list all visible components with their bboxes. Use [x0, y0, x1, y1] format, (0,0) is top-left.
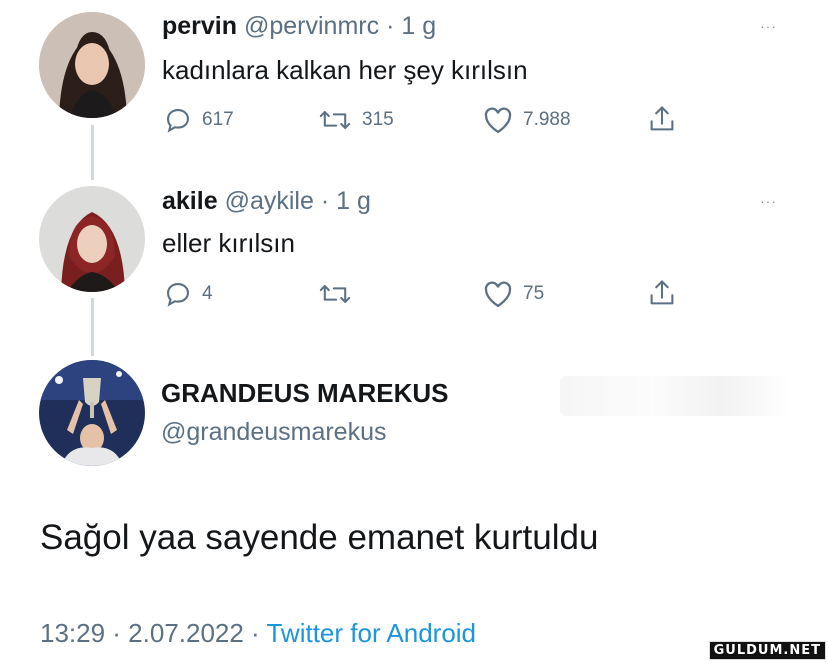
- tweet-meta: 13:29 · 2.07.2022 · Twitter for Android: [40, 618, 476, 649]
- author-handle[interactable]: @grandeusmarekus: [161, 418, 387, 447]
- separator: ·: [386, 12, 395, 40]
- avatar-pervin[interactable]: [39, 12, 145, 118]
- share-icon: [650, 106, 674, 131]
- thread-line: [91, 125, 94, 180]
- blurred-area: [560, 376, 790, 416]
- like-button[interactable]: 7.988: [483, 106, 571, 134]
- author-name[interactable]: pervin: [162, 12, 237, 40]
- avatar-akile[interactable]: [39, 186, 145, 292]
- retweet-icon: [319, 111, 351, 129]
- thread-line: [91, 298, 94, 356]
- retweet-button[interactable]: 315: [318, 106, 394, 134]
- tweet-time[interactable]: 1 g: [401, 12, 436, 40]
- share-button[interactable]: [648, 104, 676, 134]
- author-handle[interactable]: @aykile: [225, 187, 314, 215]
- reply-count: 617: [202, 109, 234, 130]
- tweet-text: Sağol yaa sayende emanet kurtuldu: [40, 518, 599, 557]
- tweet-text: eller kırılsın: [162, 228, 295, 258]
- like-icon: [484, 281, 512, 308]
- tweet-header: akile @aykile · 1 g: [162, 187, 371, 216]
- separator: ·: [320, 187, 330, 215]
- more-icon[interactable]: ···: [760, 18, 777, 34]
- tweet-timestamp[interactable]: 13:29 · 2.07.2022 ·: [40, 618, 260, 648]
- more-icon[interactable]: ···: [760, 193, 777, 209]
- reply-icon: [167, 109, 189, 133]
- like-count: 7.988: [523, 109, 571, 130]
- like-icon: [484, 107, 512, 134]
- tweet-text: kadınlara kalkan her şey kırılsın: [162, 55, 528, 85]
- avatar-grandeus[interactable]: [39, 360, 145, 466]
- watermark-logo: GULDUM.NET: [708, 641, 826, 660]
- like-count: 75: [523, 283, 545, 304]
- share-button[interactable]: [648, 278, 676, 308]
- tweet-thread-page: pervin @pervinmrc · 1 g ··· kadınlara ka…: [0, 0, 828, 664]
- author-handle[interactable]: @pervinmrc: [244, 12, 379, 40]
- reply-button[interactable]: 617: [164, 106, 234, 134]
- author-name[interactable]: akile: [162, 187, 218, 215]
- tweet-time[interactable]: 1 g: [336, 187, 371, 215]
- tweet-source-link[interactable]: Twitter for Android: [266, 618, 476, 648]
- tweet-header: pervin @pervinmrc · 1 g: [162, 12, 436, 41]
- reply-count: 4: [202, 283, 213, 304]
- reply-button[interactable]: 4: [164, 280, 213, 308]
- retweet-count: 315: [362, 109, 394, 130]
- retweet-button[interactable]: [318, 280, 362, 308]
- reply-icon: [167, 283, 189, 307]
- retweet-icon: [319, 285, 351, 303]
- author-name[interactable]: GRANDEUS MAREKUS: [161, 378, 448, 409]
- share-icon: [650, 280, 674, 305]
- like-button[interactable]: 75: [483, 280, 544, 308]
